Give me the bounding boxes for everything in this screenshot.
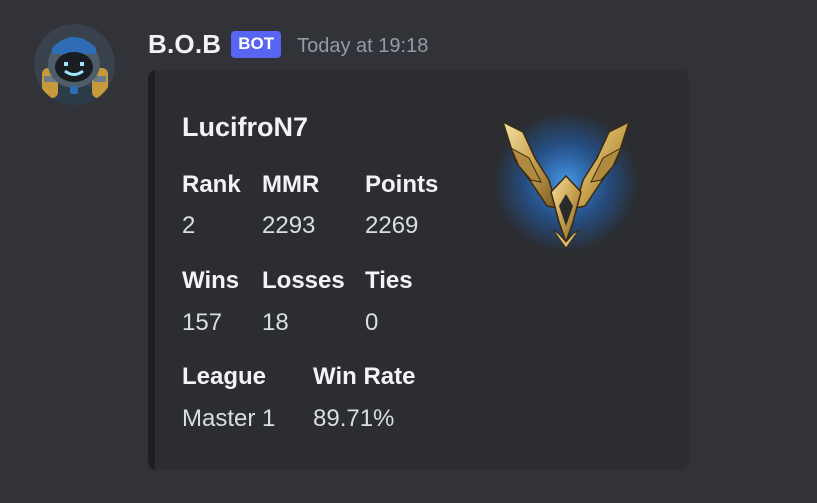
field-name-league: League	[182, 363, 267, 390]
bot-avatar[interactable]	[34, 24, 115, 105]
field-name-wins: Wins	[182, 267, 240, 294]
master-league-wings-emblem-icon	[494, 112, 638, 252]
field-name-win-rate: Win Rate	[313, 363, 416, 390]
robot-avatar-icon	[34, 24, 115, 105]
field-name-rank: Rank	[182, 171, 241, 198]
field-value-ties: 0	[365, 309, 379, 336]
field-value-wins: 157	[182, 309, 223, 336]
field-value-losses: 18	[262, 309, 289, 336]
field-name-points: Points	[365, 171, 439, 198]
stats-embed: LucifroN7 Rank 2 MMR 2293 Points 2269 Wi…	[148, 70, 689, 470]
chat-message: B.O.B BOT Today at 19:18 LucifroN7 Rank …	[0, 0, 817, 503]
field-name-losses: Losses	[262, 267, 345, 294]
message-timestamp[interactable]: Today at 19:18	[297, 35, 428, 58]
embed-thumbnail[interactable]	[491, 110, 641, 260]
username[interactable]: B.O.B	[148, 29, 221, 60]
message-header: B.O.B BOT Today at 19:18	[148, 26, 428, 62]
bot-tag-badge: BOT	[231, 30, 282, 58]
field-name-mmr: MMR	[262, 171, 320, 198]
field-value-league: Master 1	[182, 405, 276, 432]
field-name-ties: Ties	[365, 267, 413, 294]
field-value-rank: 2	[182, 212, 196, 239]
field-value-points: 2269	[365, 212, 419, 239]
embed-accent-bar	[148, 70, 155, 470]
field-value-mmr: 2293	[262, 212, 316, 239]
field-value-win-rate: 89.71%	[313, 405, 395, 432]
embed-title: LucifroN7	[182, 112, 309, 142]
